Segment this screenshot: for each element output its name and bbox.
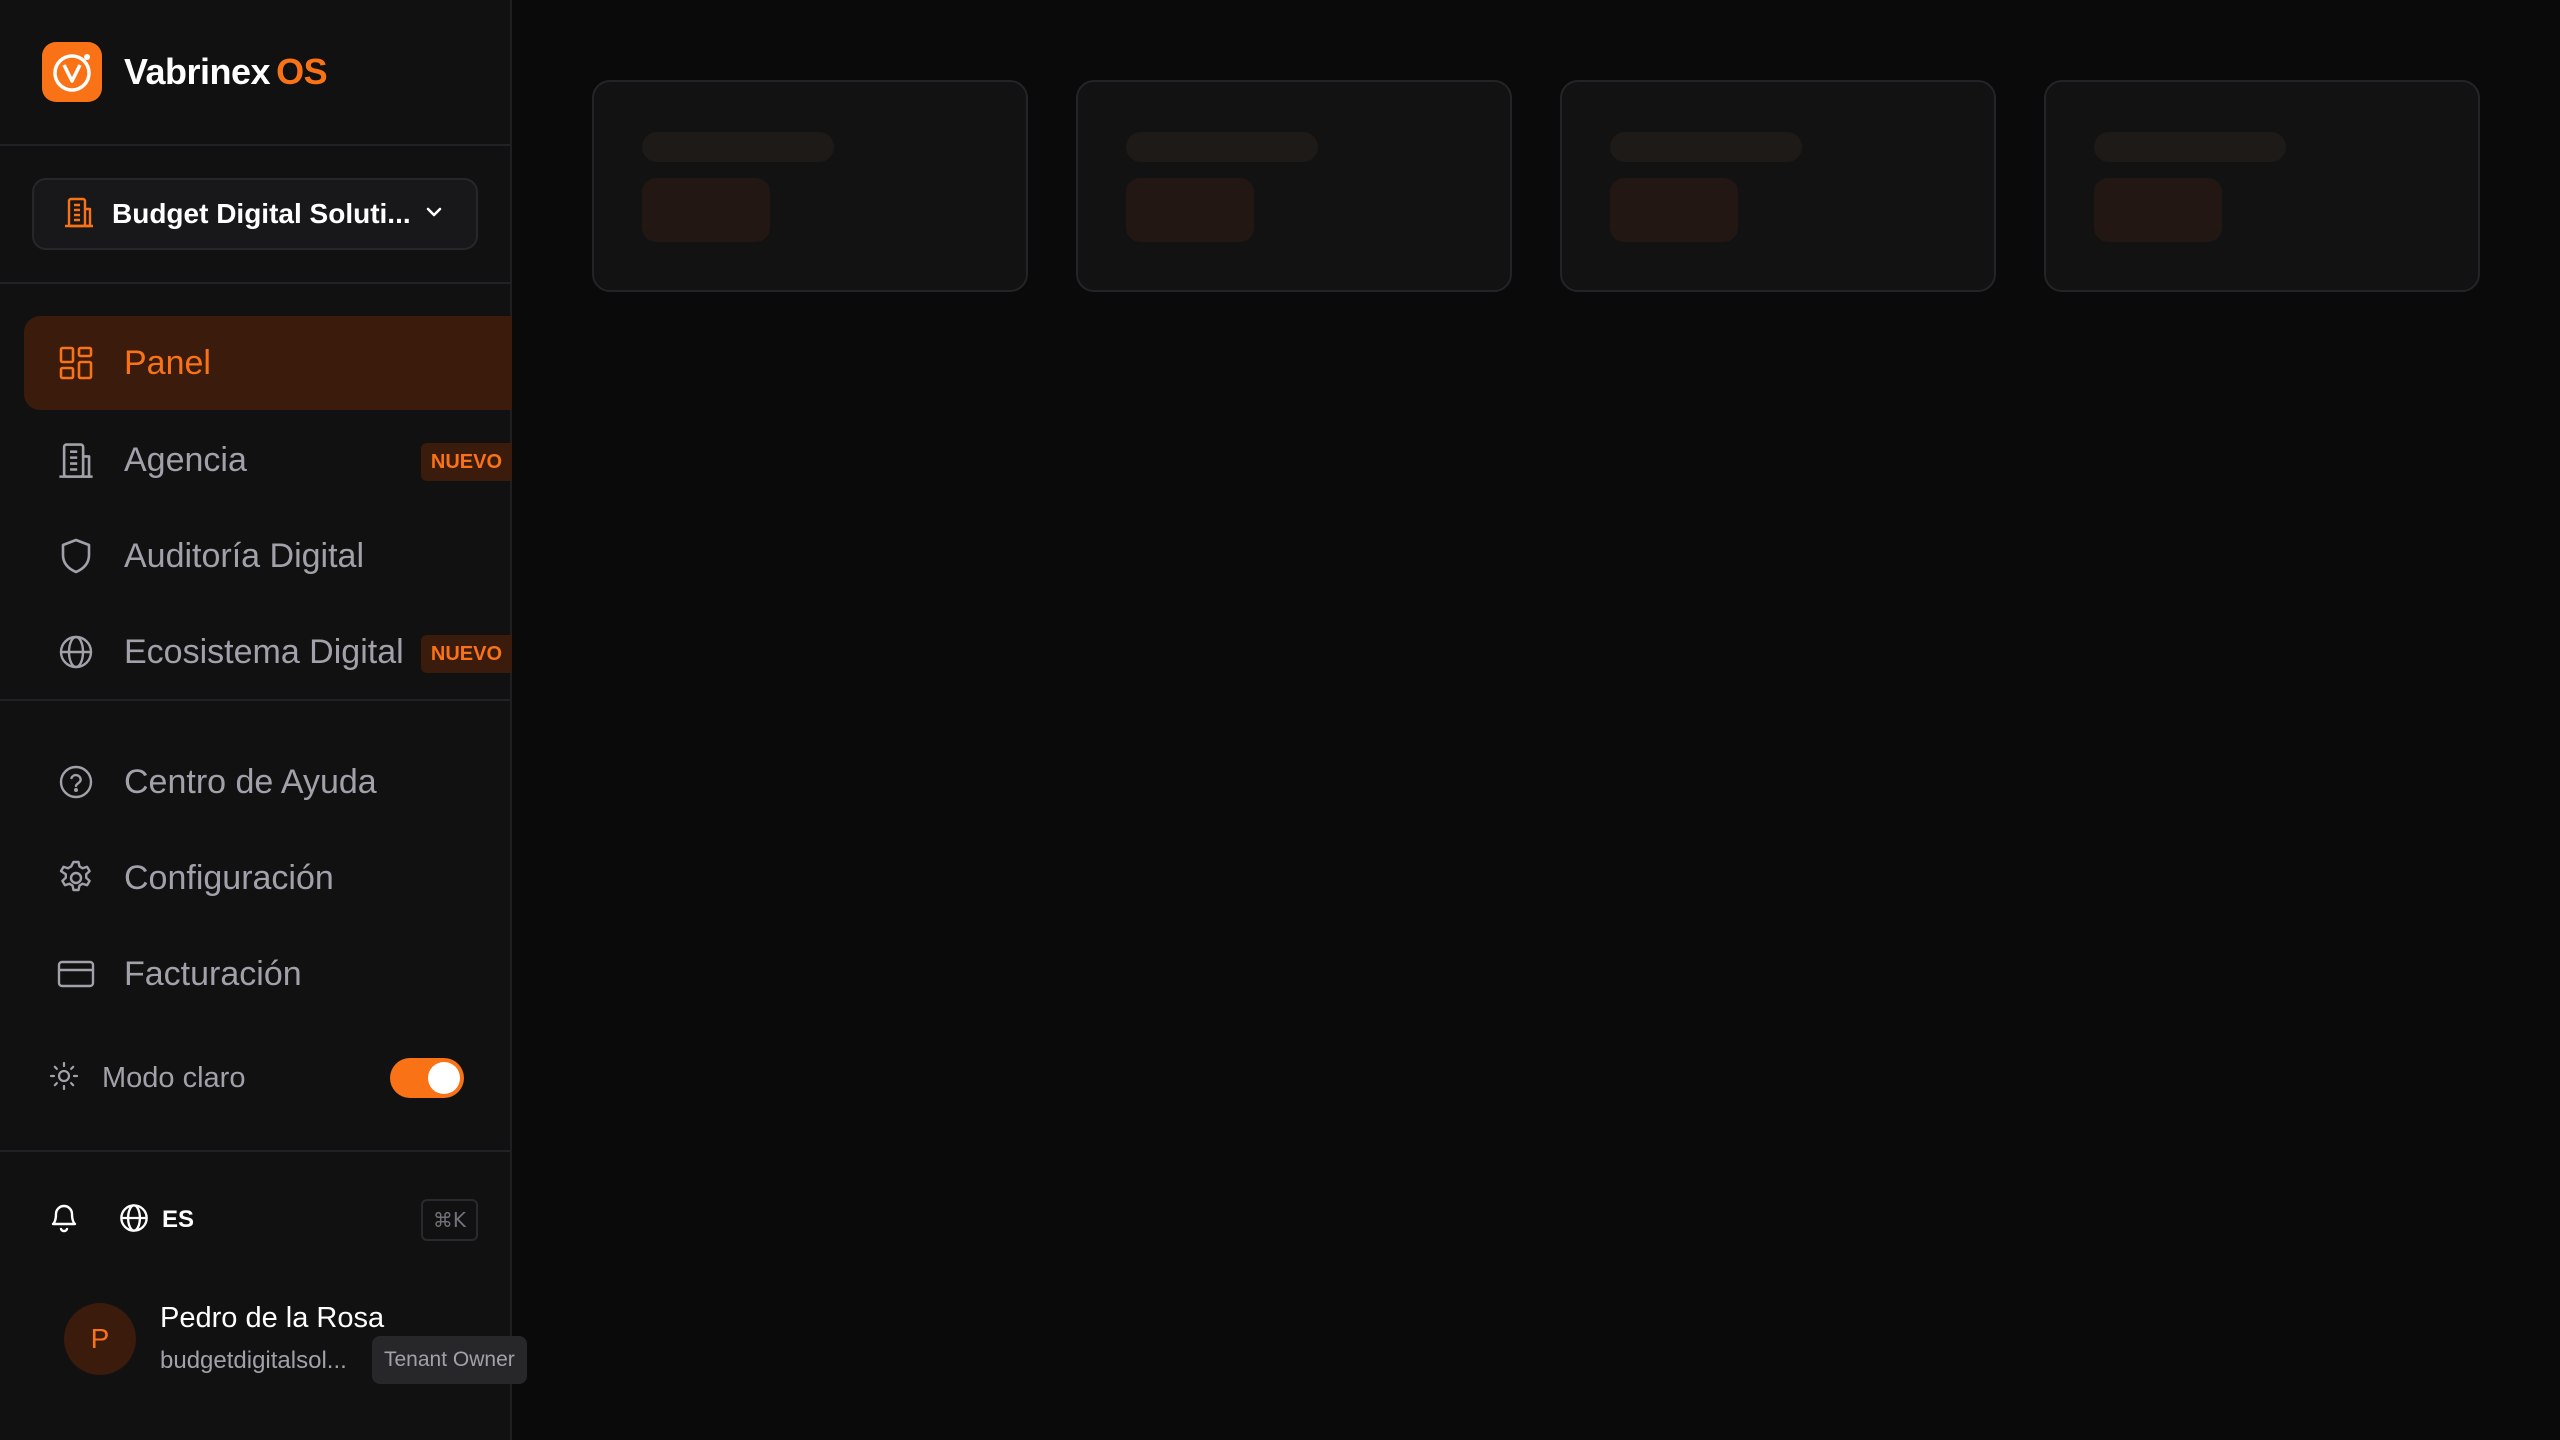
avatar: P <box>64 1302 136 1375</box>
skeleton-line <box>642 132 834 162</box>
globe-icon <box>118 1202 150 1239</box>
toggle-knob <box>428 1062 460 1094</box>
stat-card-skeleton <box>1560 80 1996 292</box>
language-selector[interactable]: ES <box>118 1202 194 1239</box>
nav-label: Auditoría Digital <box>124 536 365 575</box>
sun-icon <box>48 1060 80 1097</box>
command-shortcut[interactable]: ⌘K <box>420 1199 478 1241</box>
shield-icon <box>56 536 96 576</box>
sidebar: Vabrinex OS Budget Digital Soluti... Pane… <box>0 0 512 1440</box>
new-badge: NUEVO <box>420 443 512 481</box>
nav-label: Agencia <box>124 440 247 479</box>
nav-item-agencia[interactable]: Agencia NUEVO <box>24 413 512 507</box>
utility-row: ES ⌘K <box>48 1198 478 1242</box>
chevron-down-icon <box>422 200 446 229</box>
skeleton-line <box>2094 132 2286 162</box>
help-circle-icon <box>56 762 96 802</box>
user-info: Pedro de la Rosa budgetdigitalsol... <box>160 1302 384 1375</box>
nav-label: Centro de Ayuda <box>124 762 377 801</box>
skeleton-line <box>1126 132 1318 162</box>
skeleton-line <box>1610 132 1802 162</box>
globe-icon <box>56 632 96 672</box>
skeleton-block <box>1126 178 1254 242</box>
divider <box>0 1150 510 1152</box>
user-profile[interactable]: P Pedro de la Rosa budgetdigitalsol... <box>64 1302 384 1375</box>
new-badge: NUEVO <box>420 635 512 673</box>
dashboard-icon <box>56 343 96 383</box>
nav-label: Ecosistema Digital <box>124 632 404 671</box>
tenant-name: Budget Digital Soluti... <box>112 198 411 229</box>
nav-item-centro-de-ayuda[interactable]: Centro de Ayuda <box>24 735 512 829</box>
building-icon <box>64 196 94 233</box>
nav-label: Facturación <box>124 954 302 993</box>
theme-toggle[interactable] <box>390 1058 464 1098</box>
nav-item-facturacion[interactable]: Facturación <box>24 927 512 1021</box>
language-code: ES <box>162 1206 195 1233</box>
building-icon <box>56 440 96 480</box>
v-logo-icon <box>42 42 102 102</box>
tenant-selector[interactable]: Budget Digital Soluti... <box>32 178 478 250</box>
skeleton-block <box>1610 178 1738 242</box>
bell-icon[interactable] <box>48 1201 80 1240</box>
stat-card-skeleton <box>1076 80 1512 292</box>
theme-row: Modo claro <box>48 1052 464 1104</box>
nav-label: Panel <box>124 343 211 382</box>
credit-card-icon <box>56 954 96 994</box>
brand-name: Vabrinex OS <box>124 51 328 92</box>
brand-suffix: OS <box>276 51 328 92</box>
nav-item-auditoria-digital[interactable]: Auditoría Digital <box>24 509 512 603</box>
divider <box>0 282 510 284</box>
divider <box>0 699 510 701</box>
stat-card-skeleton <box>592 80 1028 292</box>
skeleton-block <box>642 178 770 242</box>
nav-label: Configuración <box>124 858 334 897</box>
skeleton-block <box>2094 178 2222 242</box>
nav-item-ecosistema-digital[interactable]: Ecosistema Digital NUEVO <box>24 605 512 699</box>
user-name: Pedro de la Rosa <box>160 1302 385 1334</box>
role-tooltip: Tenant Owner <box>372 1336 527 1384</box>
theme-label: Modo claro <box>102 1061 246 1094</box>
stat-card-skeleton <box>2044 80 2480 292</box>
nav-item-panel[interactable]: Panel <box>24 316 512 410</box>
brand[interactable]: Vabrinex OS <box>42 42 328 102</box>
user-email: budgetdigitalsol... <box>160 1347 347 1374</box>
divider <box>0 144 510 146</box>
gear-icon <box>56 858 96 898</box>
nav-item-configuracion[interactable]: Configuración <box>24 831 512 925</box>
